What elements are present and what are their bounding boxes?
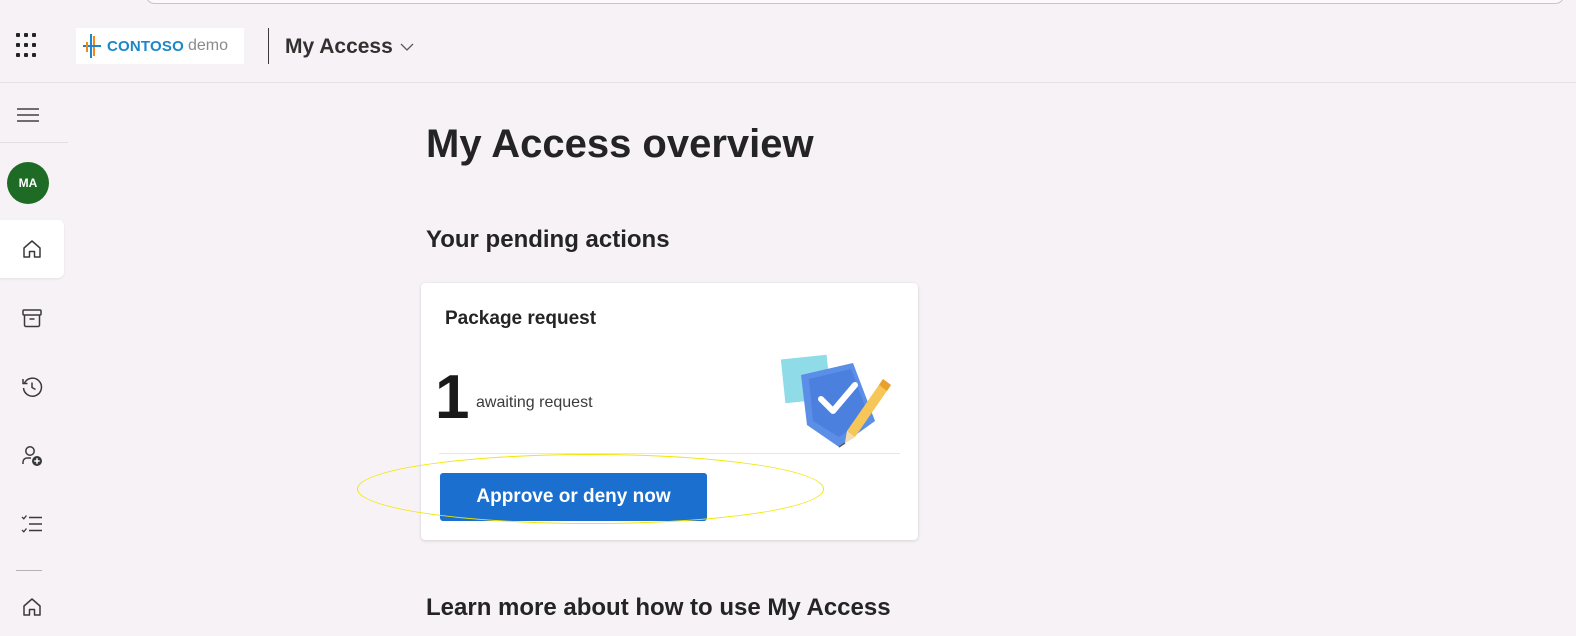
- sidebar-item-home[interactable]: [0, 220, 64, 278]
- avatar-initials: MA: [18, 176, 38, 190]
- sidebar-item-home-secondary[interactable]: [0, 578, 64, 636]
- learn-more-heading: Learn more about how to use My Access: [426, 594, 891, 621]
- page-title: My Access overview: [426, 122, 814, 166]
- left-nav-rail: MA: [0, 84, 68, 634]
- package-request-card: Package request 1 awaiting request Appro…: [421, 283, 918, 540]
- browser-top-strip: [0, 0, 1576, 10]
- sidebar-item-access-packages[interactable]: [0, 289, 64, 347]
- logo-brand-text: CONTOSO: [107, 37, 184, 55]
- app-title: My Access: [285, 35, 393, 58]
- contoso-logo-mark-icon: [83, 34, 101, 58]
- avatar[interactable]: MA: [7, 162, 49, 204]
- company-logo[interactable]: CONTOSO demo: [76, 28, 244, 64]
- app-header: CONTOSO demo My Access: [0, 10, 1576, 83]
- sidebar-item-request-history[interactable]: [0, 358, 64, 416]
- sidebar-item-approvals[interactable]: [0, 427, 64, 485]
- pending-actions-heading: Your pending actions: [426, 226, 670, 253]
- sidebar-item-access-reviews[interactable]: [0, 495, 64, 553]
- chevron-down-icon: [400, 43, 414, 51]
- card-title: Package request: [445, 308, 597, 329]
- nav-divider-bottom: [16, 570, 42, 571]
- nav-menu-toggle[interactable]: [0, 86, 56, 144]
- approve-or-deny-button[interactable]: Approve or deny now: [440, 473, 707, 521]
- logo-suffix-text: demo: [187, 37, 228, 54]
- home-icon: [23, 598, 41, 616]
- pending-count: 1: [435, 363, 470, 432]
- app-launcher-icon[interactable]: [14, 32, 42, 60]
- nav-divider: [0, 142, 68, 143]
- person-add-icon: [22, 446, 42, 466]
- card-divider: [439, 453, 900, 454]
- app-switcher[interactable]: My Access: [285, 33, 415, 61]
- pending-count-label: awaiting request: [476, 394, 593, 411]
- history-icon: [22, 377, 43, 397]
- shield-check-pencil-icon: [780, 354, 891, 448]
- archive-box-icon: [22, 309, 42, 328]
- home-icon: [23, 240, 41, 258]
- browser-address-bar-edge: [145, 0, 1565, 4]
- header-divider: [268, 28, 269, 64]
- hamburger-icon: [17, 108, 39, 122]
- task-list-icon: [21, 515, 42, 533]
